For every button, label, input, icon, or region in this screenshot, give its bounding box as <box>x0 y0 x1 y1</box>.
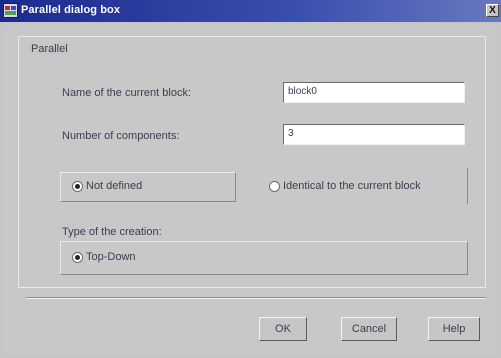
components-label: Number of components: <box>62 130 180 142</box>
block-name-input[interactable]: block0 <box>283 82 465 103</box>
top-down-label[interactable]: Top-Down <box>86 251 136 263</box>
app-dialog-icon <box>3 3 18 18</box>
separator <box>26 297 486 299</box>
block-name-label: Name of the current block: <box>62 87 192 99</box>
cancel-button[interactable]: Cancel <box>341 317 397 341</box>
help-button[interactable]: Help <box>428 317 480 341</box>
title-bar[interactable]: Parallel dialog box X <box>0 0 501 22</box>
identical-radio[interactable] <box>269 181 280 192</box>
parallel-dialog-window: Parallel dialog box X Parallel Name of t… <box>0 0 501 358</box>
identical-label[interactable]: Identical to the current block <box>283 180 421 192</box>
group-legend: Parallel <box>28 43 71 55</box>
components-input[interactable]: 3 <box>283 124 465 145</box>
top-down-radio[interactable] <box>72 252 83 263</box>
not-defined-radio[interactable] <box>72 181 83 192</box>
ok-button[interactable]: OK <box>259 317 307 341</box>
window-title: Parallel dialog box <box>21 4 121 16</box>
divider-line <box>467 168 468 204</box>
close-icon[interactable]: X <box>486 4 499 17</box>
not-defined-label[interactable]: Not defined <box>86 180 142 192</box>
creation-type-label: Type of the creation: <box>62 226 162 238</box>
